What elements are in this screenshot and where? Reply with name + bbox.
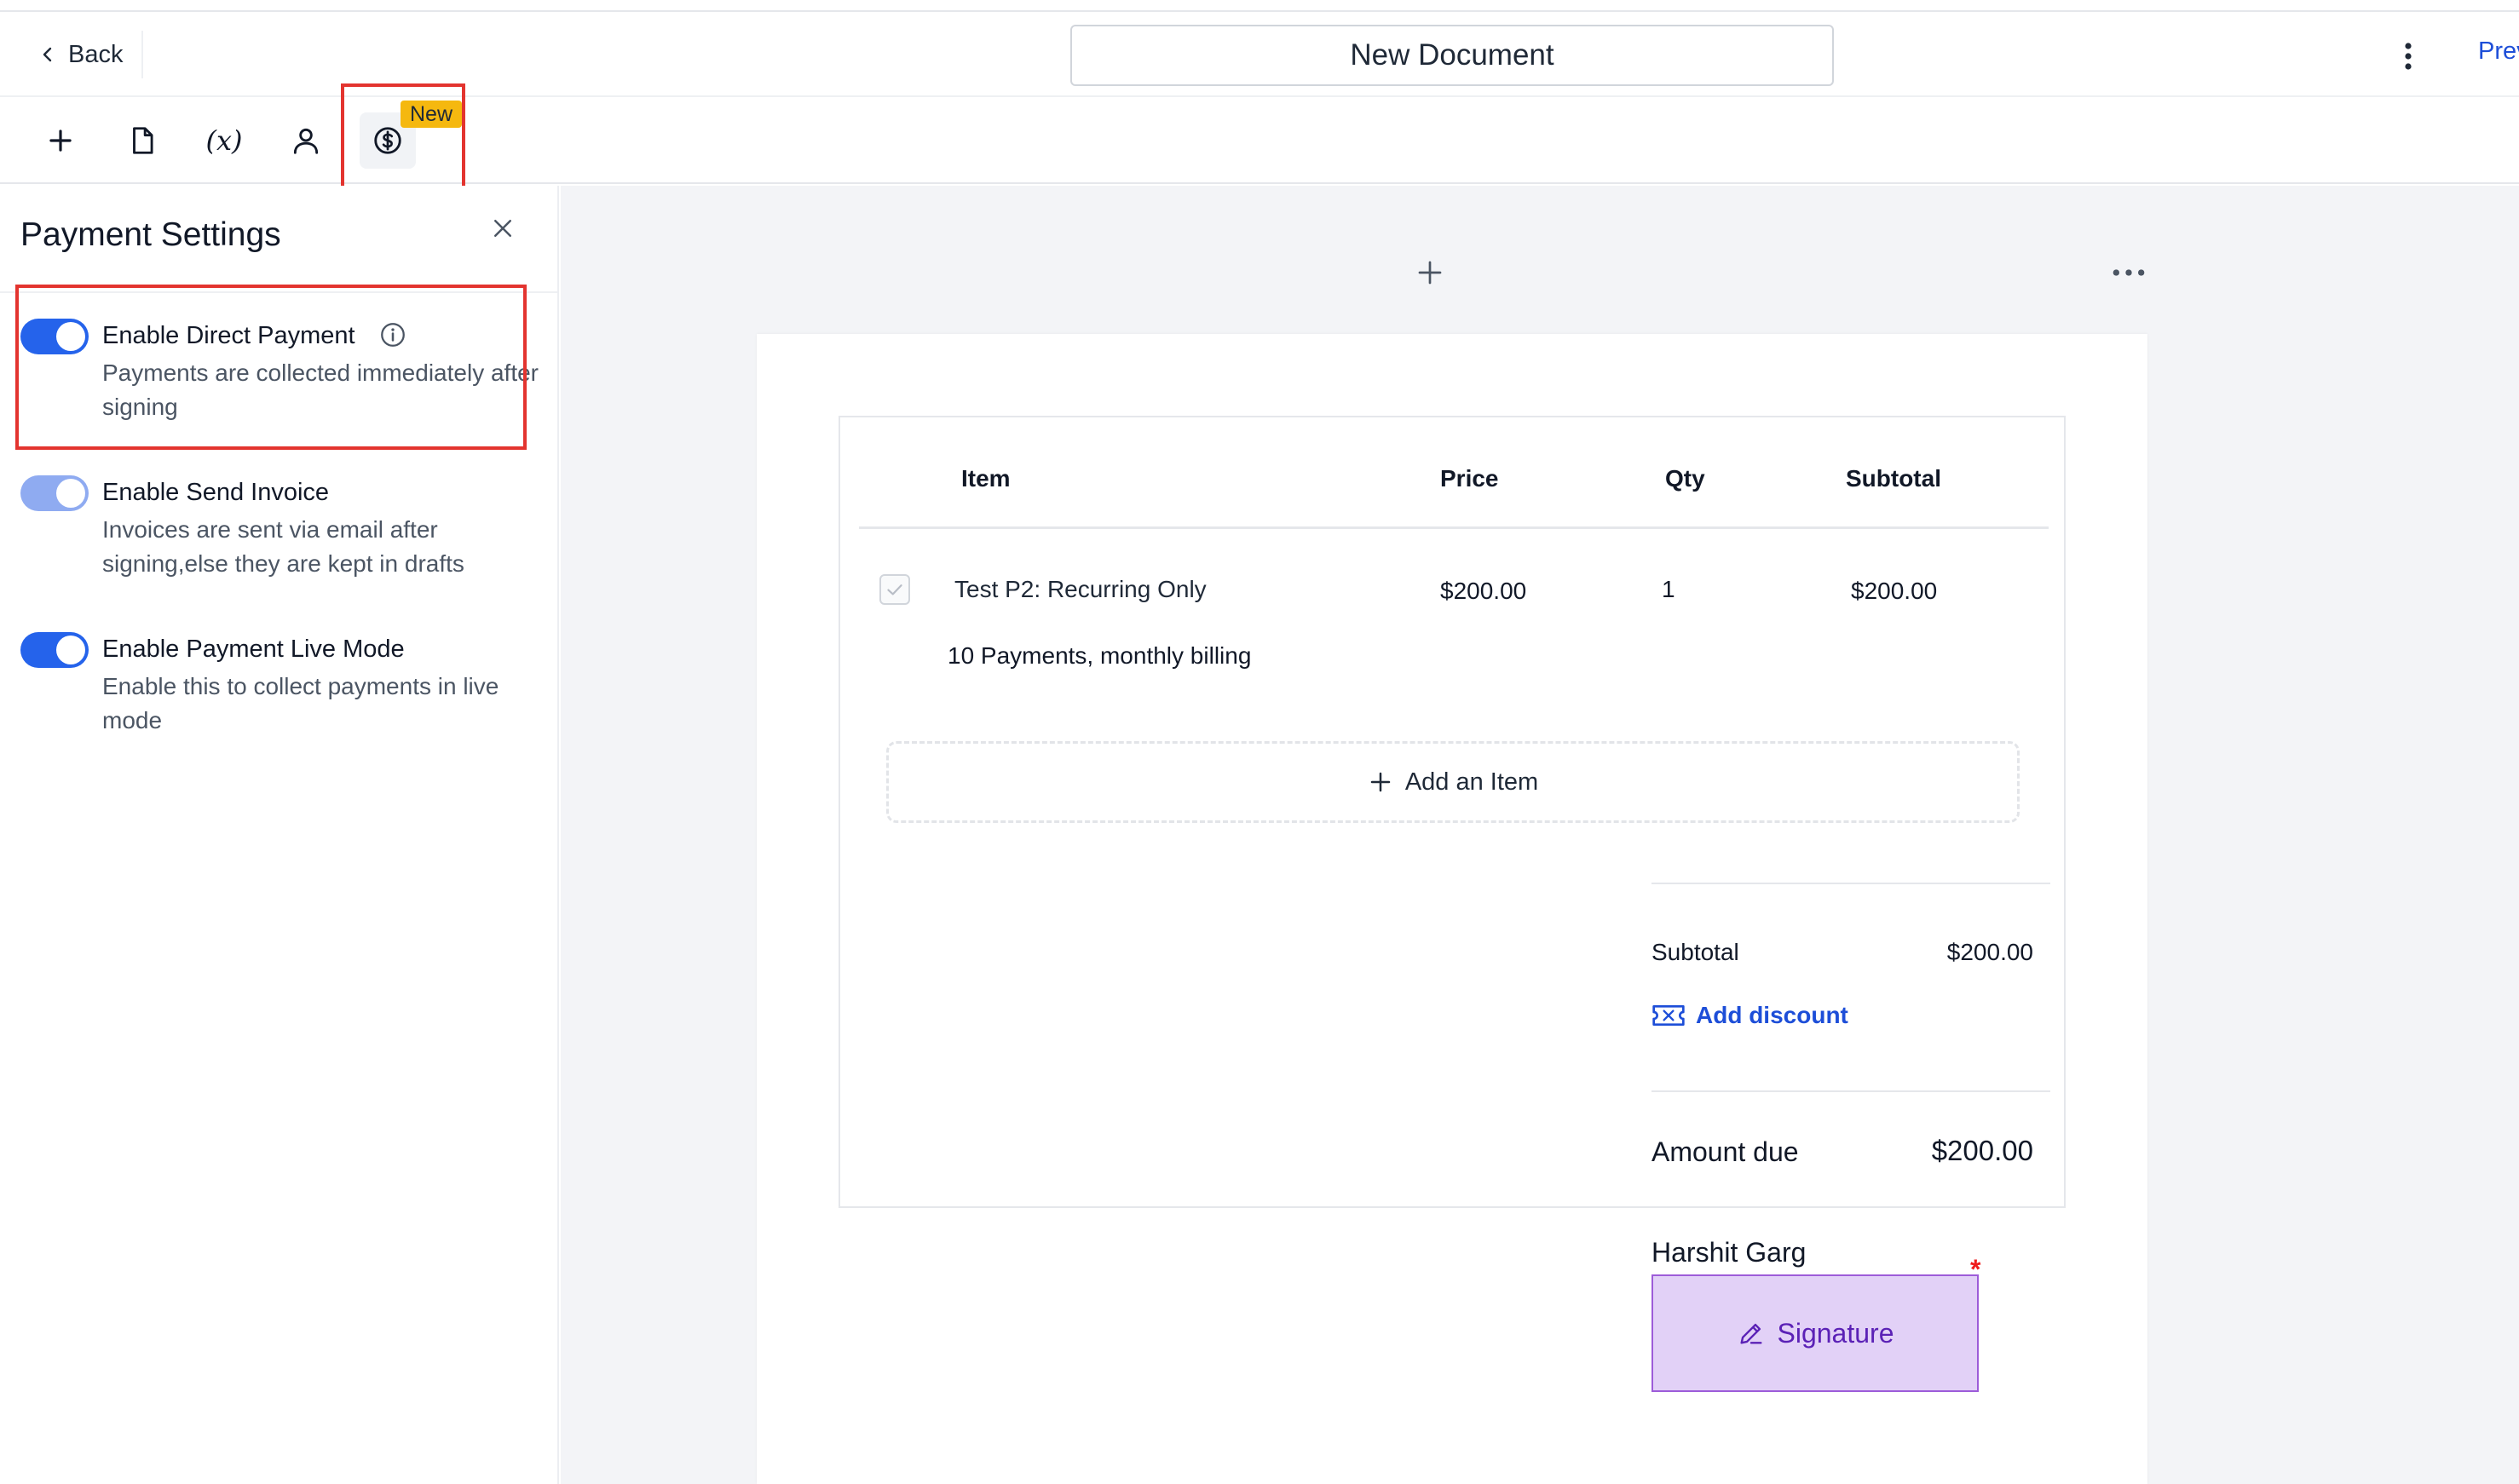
- document-tool-button[interactable]: [114, 112, 170, 169]
- document-canvas: Item Price Qty Subtotal Test P2: Recurri…: [561, 186, 2519, 1484]
- vertical-dots-icon: [2405, 43, 2412, 70]
- variable-tool-button[interactable]: (x): [196, 112, 252, 169]
- setting-description: Enable this to collect payments in live …: [102, 673, 499, 733]
- table-row-item-name[interactable]: Test P2: Recurring Only: [954, 576, 1207, 603]
- panel-title: Payment Settings: [20, 216, 281, 253]
- column-header-qty: Qty: [1665, 465, 1705, 492]
- add-block-button[interactable]: [1413, 256, 1447, 290]
- subtotal-label: Subtotal: [1651, 939, 1739, 965]
- column-header-price: Price: [1440, 465, 1499, 492]
- column-header-item: Item: [961, 465, 1011, 492]
- summary-divider: [1651, 883, 2050, 884]
- row-checkbox[interactable]: [879, 574, 910, 605]
- signature-label: Signature: [1777, 1317, 1894, 1349]
- signature-field[interactable]: Signature: [1651, 1274, 1979, 1392]
- close-icon: [494, 220, 511, 237]
- plus-icon: [49, 129, 72, 152]
- add-discount-button[interactable]: Add discount: [1651, 1002, 1848, 1029]
- plus-icon: [1418, 261, 1442, 285]
- variable-icon: (x): [205, 124, 243, 157]
- pen-icon: [1739, 1323, 1762, 1344]
- document-icon: [133, 127, 153, 154]
- close-panel-button[interactable]: [486, 211, 520, 245]
- send-invoice-toggle[interactable]: [20, 475, 89, 511]
- add-item-button[interactable]: Add an Item: [886, 741, 2020, 823]
- document-page: Item Price Qty Subtotal Test P2: Recurri…: [757, 334, 2147, 1484]
- summary-divider: [1651, 1090, 2050, 1092]
- pricing-table[interactable]: Item Price Qty Subtotal Test P2: Recurri…: [839, 416, 2066, 1208]
- live-mode-toggle[interactable]: [20, 632, 89, 668]
- amount-due-value: $200.00: [1931, 1135, 2033, 1166]
- highlight-box-payment-tool: [341, 83, 465, 189]
- back-label: Back: [68, 40, 124, 68]
- table-row-description: 10 Payments, monthly billing: [948, 642, 1252, 669]
- document-title-input[interactable]: New Document: [1070, 25, 1834, 86]
- check-icon: [887, 584, 902, 595]
- block-options-button[interactable]: [2108, 262, 2149, 283]
- table-row-price[interactable]: $200.00: [1440, 578, 1526, 605]
- chevron-left-icon: [43, 47, 52, 62]
- header-divider: [859, 526, 2049, 529]
- toggle-knob: [56, 636, 85, 664]
- add-discount-label: Add discount: [1696, 1002, 1848, 1028]
- add-item-label: Add an Item: [1404, 768, 1539, 796]
- header-divider: [141, 31, 143, 78]
- signer-name: Harshit Garg: [1651, 1237, 1807, 1268]
- add-tool-button[interactable]: [32, 112, 89, 169]
- app-root: Back New Document Preview (x): [0, 0, 2519, 1484]
- horizontal-dots-icon: [2113, 269, 2145, 276]
- amount-due-label: Amount due: [1651, 1136, 1799, 1167]
- highlight-box-direct-payment: [15, 285, 527, 450]
- user-icon: [293, 128, 319, 154]
- setting-label: Enable Send Invoice: [102, 479, 330, 506]
- plus-icon: [1370, 772, 1391, 792]
- coupon-icon: [1652, 1005, 1685, 1026]
- setting-label: Enable Payment Live Mode: [102, 636, 405, 663]
- back-button[interactable]: Back: [37, 37, 123, 72]
- subtotal-value: $200.00: [1946, 939, 2033, 965]
- table-row-subtotal: $200.00: [1851, 578, 1938, 604]
- more-options-button[interactable]: [2395, 39, 2422, 73]
- table-row-qty[interactable]: 1: [1662, 576, 1675, 603]
- preview-button[interactable]: Preview: [2478, 37, 2519, 72]
- column-header-subtotal: Subtotal: [1846, 465, 1941, 492]
- recipient-tool-button[interactable]: [278, 112, 334, 169]
- setting-description: Invoices are sent via email after signin…: [102, 516, 464, 577]
- toggle-knob: [56, 479, 85, 508]
